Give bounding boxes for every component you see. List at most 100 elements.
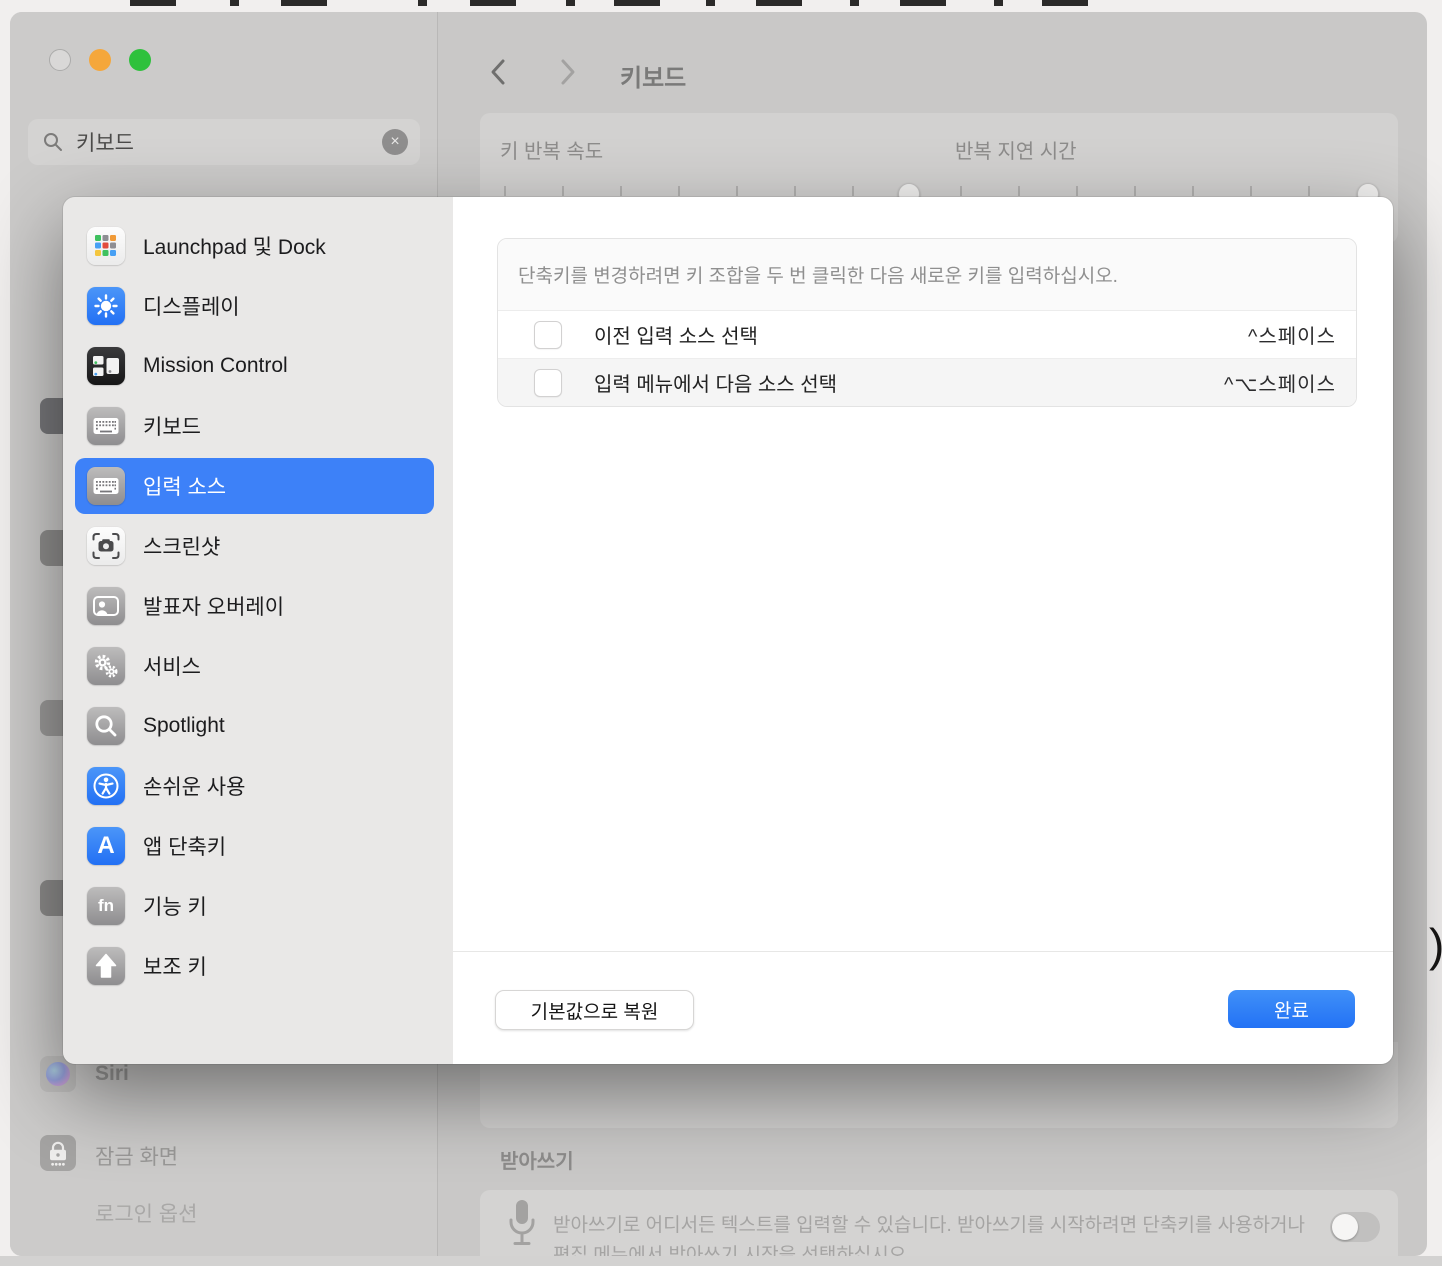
screenshot-icon	[87, 527, 125, 565]
sidebar-item-keyboard[interactable]: 키보드	[75, 398, 434, 454]
accessibility-icon	[87, 767, 125, 805]
slider-tick	[1308, 186, 1310, 196]
sidebar-item-accessibility[interactable]: 손쉬운 사용	[75, 758, 434, 814]
sidebar-item-label: 기능 키	[143, 891, 207, 921]
sidebar-item-display[interactable]: 디스플레이	[75, 278, 434, 334]
back-button[interactable]	[488, 57, 508, 87]
slider-tick	[620, 186, 622, 196]
slider-tick	[1250, 186, 1252, 196]
sidebar-item-label: Launchpad 및 Dock	[143, 231, 326, 261]
shortcuts-sidebar: Launchpad 및 Dock 디스플레이	[63, 197, 453, 1064]
slider-tick	[1018, 186, 1020, 196]
zoom-button[interactable]	[129, 49, 151, 71]
sidebar-item-label: 스크린샷	[143, 531, 220, 561]
glyph-fragment	[900, 0, 946, 6]
slider-tick	[960, 186, 962, 196]
fn-glyph: fn	[98, 896, 114, 916]
sidebar-item-label: 보조 키	[143, 951, 207, 981]
sidebar-item-mission-control[interactable]: Mission Control	[75, 338, 434, 394]
restore-defaults-button[interactable]: 기본값으로 복원	[495, 990, 694, 1030]
slider-tick	[1076, 186, 1078, 196]
sidebar-item-screenshot[interactable]: 스크린샷	[75, 518, 434, 574]
mission-control-icon	[87, 347, 125, 385]
display-icon	[87, 287, 125, 325]
dictation-description-line1: 받아쓰기로 어디서든 텍스트를 입력할 수 있습니다. 받아쓰기를 시작하려면 …	[553, 1210, 1305, 1237]
desktop-strip	[0, 1256, 1442, 1266]
sidebar-item-lock-screen[interactable]: 잠금 화면	[95, 1141, 178, 1171]
dictation-description-line2: 편집 메뉴에서 받아쓰기 시작을 선택하십시오.	[553, 1240, 912, 1256]
glyph-fragment	[756, 0, 802, 6]
search-icon	[42, 131, 64, 153]
shortcuts-instruction: 단축키를 변경하려면 키 조합을 두 번 클릭한 다음 새로운 키를 입력하십시…	[498, 239, 1356, 311]
slider-tick	[562, 186, 564, 196]
glyph-fragment	[850, 0, 859, 6]
clear-search-icon[interactable]: ×	[382, 129, 408, 155]
glyph-fragment	[566, 0, 575, 6]
glyph-fragment	[281, 0, 327, 6]
sidebar-item-label: 키보드	[143, 411, 201, 441]
shortcut-keys[interactable]: ^스페이스	[1248, 320, 1336, 349]
footer-divider	[453, 951, 1393, 952]
sidebar-item-app-shortcuts[interactable]: A 앱 단축키	[75, 818, 434, 874]
glyph-fragment	[706, 0, 715, 6]
glyph-fragment	[470, 0, 516, 6]
lock-icon[interactable]	[40, 1135, 76, 1171]
glyph-fragment	[614, 0, 660, 6]
sidebar-item-services[interactable]: 서비스	[75, 638, 434, 694]
shortcut-checkbox[interactable]	[534, 369, 562, 397]
sidebar-item-spotlight[interactable]: Spotlight	[75, 698, 434, 754]
shortcut-row-previous-input-source[interactable]: 이전 입력 소스 선택 ^스페이스	[498, 311, 1356, 358]
shortcut-row-next-input-source[interactable]: 입력 메뉴에서 다음 소스 선택 ^⌥스페이스	[498, 358, 1356, 406]
minimize-button[interactable]	[89, 49, 111, 71]
glyph-fragment	[230, 0, 239, 6]
dictation-toggle[interactable]	[1330, 1212, 1380, 1242]
keyboard-shortcuts-dialog: Launchpad 및 Dock 디스플레이	[63, 197, 1393, 1064]
slider-tick	[1192, 186, 1194, 196]
sidebar-item-label: Mission Control	[143, 354, 288, 378]
slider-tick	[794, 186, 796, 196]
forward-button[interactable]	[558, 57, 578, 87]
slider-tick	[678, 186, 680, 196]
shortcuts-table: 단축키를 변경하려면 키 조합을 두 번 클릭한 다음 새로운 키를 입력하십시…	[497, 238, 1357, 407]
function-keys-icon: fn	[87, 887, 125, 925]
app-shortcuts-icon: A	[87, 827, 125, 865]
sidebar-item-siri[interactable]: Siri	[95, 1062, 129, 1086]
done-button[interactable]: 완료	[1228, 990, 1355, 1028]
sidebar-item-function-keys[interactable]: fn 기능 키	[75, 878, 434, 934]
toggle-knob	[1332, 1214, 1358, 1240]
input-sources-icon	[87, 467, 125, 505]
launchpad-icon	[87, 227, 125, 265]
presenter-overlay-icon	[87, 587, 125, 625]
shortcut-checkbox[interactable]	[534, 321, 562, 349]
sidebar-item-modifier-keys[interactable]: 보조 키	[75, 938, 434, 994]
slider-tick	[852, 186, 854, 196]
sidebar-item-label: 디스플레이	[143, 291, 240, 321]
keyboard-icon	[87, 407, 125, 445]
sidebar-item-input-sources[interactable]: 입력 소스	[75, 458, 434, 514]
glyph-fragment	[994, 0, 1003, 6]
sidebar-item-label: 앱 단축키	[143, 831, 226, 861]
shortcut-keys[interactable]: ^⌥스페이스	[1224, 368, 1336, 397]
slider-tick	[1134, 186, 1136, 196]
spotlight-icon	[87, 707, 125, 745]
key-repeat-label: 키 반복 속도	[500, 135, 603, 164]
sidebar-item-label: 서비스	[143, 651, 201, 681]
sidebar-item-presenter-overlay[interactable]: 발표자 오버레이	[75, 578, 434, 634]
app-store-letter: A	[97, 832, 114, 860]
sidebar-item-label: 입력 소스	[143, 471, 226, 501]
shortcut-label: 이전 입력 소스 선택	[594, 320, 758, 349]
glyph-fragment	[1042, 0, 1088, 6]
sidebar-item-label: 발표자 오버레이	[143, 591, 284, 621]
screen: ) 키보드 × Siri	[0, 0, 1442, 1266]
search-input[interactable]: 키보드 ×	[28, 119, 420, 165]
page-title: 키보드	[620, 58, 686, 93]
dictation-card: 받아쓰기로 어디서든 텍스트를 입력할 수 있습니다. 받아쓰기를 시작하려면 …	[480, 1190, 1398, 1256]
close-button[interactable]	[49, 49, 71, 71]
sidebar-item-label: 손쉬운 사용	[143, 771, 245, 801]
slider-tick	[504, 186, 506, 196]
glyph-fragment	[130, 0, 176, 6]
repeat-delay-label: 반복 지연 시간	[955, 135, 1077, 164]
sidebar-item-login-options[interactable]: 로그인 옵션	[95, 1198, 197, 1228]
services-icon	[87, 647, 125, 685]
sidebar-item-launchpad-dock[interactable]: Launchpad 및 Dock	[75, 218, 434, 274]
